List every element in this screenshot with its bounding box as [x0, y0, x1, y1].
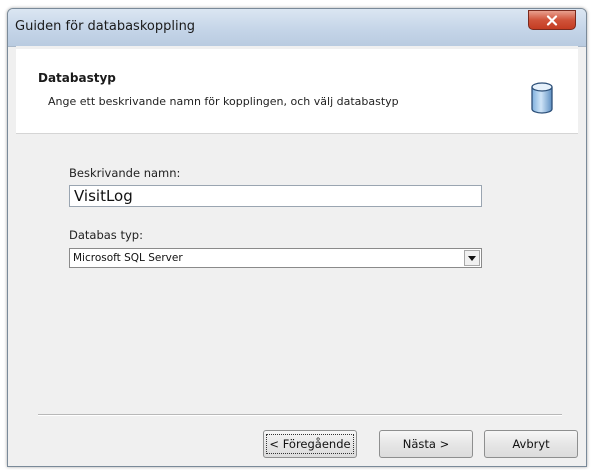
database-icon: [531, 82, 553, 114]
next-button[interactable]: Nästa >: [379, 430, 473, 458]
database-type-select[interactable]: Microsoft SQL Server: [69, 248, 482, 268]
dropdown-arrow-button[interactable]: [464, 250, 480, 266]
previous-button-label: < Föregående: [266, 434, 354, 454]
title-bar[interactable]: Guiden för databaskoppling: [8, 9, 586, 47]
cancel-button[interactable]: Avbryt: [484, 430, 578, 458]
descriptive-name-input[interactable]: [69, 185, 482, 207]
next-button-label: Nästa >: [402, 437, 450, 451]
database-type-value: Microsoft SQL Server: [73, 252, 183, 264]
wizard-window: Guiden för databaskoppling Databastyp An…: [7, 8, 587, 467]
footer-divider: [38, 414, 562, 416]
page-title: Databastyp: [38, 71, 116, 85]
close-button[interactable]: [528, 10, 576, 30]
cancel-button-label: Avbryt: [512, 437, 550, 451]
window-title: Guiden för databaskoppling: [15, 19, 196, 34]
wizard-header: Databastyp Ange ett beskrivande namn för…: [16, 49, 578, 134]
previous-button[interactable]: < Föregående: [263, 430, 357, 458]
database-type-label: Databas typ:: [69, 228, 143, 242]
dialog-client-area: Databastyp Ange ett beskrivande namn för…: [16, 46, 578, 458]
page-description: Ange ett beskrivande namn för kopplingen…: [48, 95, 399, 108]
chevron-down-icon: [468, 255, 476, 261]
name-label: Beskrivande namn:: [69, 166, 181, 180]
close-icon: [546, 14, 558, 26]
